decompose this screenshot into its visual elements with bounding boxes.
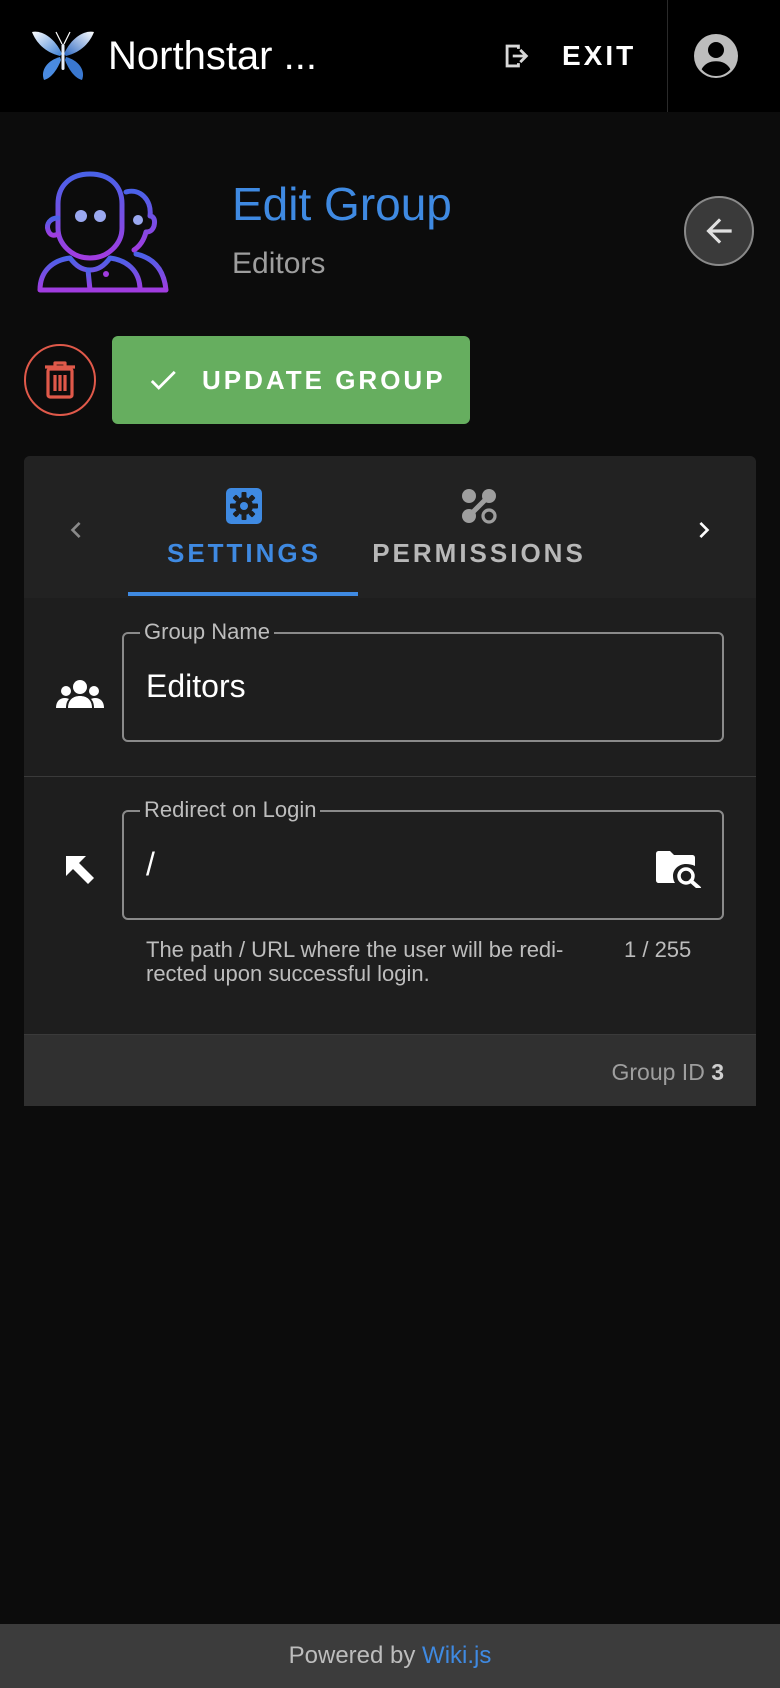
group-name-field[interactable]: Group Name Editors xyxy=(122,617,724,742)
redirect-on-login-label: Redirect on Login xyxy=(140,795,321,825)
app-title[interactable]: Northstar ... xyxy=(108,28,317,84)
powered-by-text: Powered by Wiki.js xyxy=(289,1642,492,1669)
exit-icon xyxy=(505,44,529,68)
page-title: Edit Group xyxy=(232,178,452,230)
redirect-on-login-input[interactable]: / xyxy=(146,842,155,886)
page-subtitle: Editors xyxy=(232,247,326,280)
tab-permissions[interactable]: PERMISSIONS xyxy=(364,456,594,598)
tab-permissions-label: PERMISSIONS xyxy=(372,538,586,568)
group-name-input[interactable]: Editors xyxy=(146,664,246,708)
users-icon xyxy=(56,680,104,708)
group-id-label: Group ID xyxy=(611,1059,705,1085)
back-button[interactable] xyxy=(684,196,754,266)
exit-label: EXIT xyxy=(562,40,637,71)
tabs-next-button[interactable] xyxy=(674,500,734,560)
check-icon xyxy=(150,370,176,390)
app-bar: Northstar ... EXIT xyxy=(0,0,780,112)
group-name-label: Group Name xyxy=(140,617,274,647)
account-circle-icon[interactable] xyxy=(692,32,740,80)
page-footer: Powered by Wiki.js xyxy=(0,1624,780,1688)
butterfly-logo-icon[interactable] xyxy=(30,26,96,84)
update-group-button[interactable]: UPDATE GROUP xyxy=(112,336,470,424)
permissions-icon xyxy=(462,489,497,524)
arrow-left-icon xyxy=(706,218,732,244)
wikijs-link[interactable]: Wiki.js xyxy=(422,1642,491,1669)
trash-icon xyxy=(45,361,75,399)
redirect-char-counter: 1 / 255 xyxy=(624,937,692,962)
update-group-label: UPDATE GROUP xyxy=(202,364,446,395)
powered-by-label: Powered by xyxy=(288,1642,416,1669)
exit-button[interactable]: EXIT xyxy=(500,26,650,86)
group-id-value: 3 xyxy=(711,1059,724,1085)
chevron-right-icon xyxy=(699,522,710,538)
group-settings-card: SETTINGS PERMISSIONS Group Name Editors … xyxy=(24,456,756,1106)
tab-settings-label: SETTINGS xyxy=(166,538,321,568)
group-id: Group ID 3 xyxy=(611,1057,724,1087)
gear-icon xyxy=(226,488,262,524)
active-tab-indicator xyxy=(128,592,358,596)
arrow-up-left-icon xyxy=(66,856,94,884)
delete-group-button[interactable] xyxy=(24,344,96,416)
tabs-prev-button[interactable] xyxy=(46,500,106,560)
tab-bar: SETTINGS PERMISSIONS xyxy=(24,456,756,598)
redirect-on-login-field[interactable]: Redirect on Login / xyxy=(122,795,724,920)
redirect-hint: The path / URL where the user will be re… xyxy=(146,937,564,986)
people-group-icon xyxy=(37,171,169,293)
card-footer: Group ID 3 xyxy=(24,1034,756,1106)
field-divider xyxy=(24,776,756,777)
folder-search-icon[interactable] xyxy=(654,848,702,888)
tab-settings[interactable]: SETTINGS xyxy=(134,456,354,598)
appbar-divider xyxy=(667,0,668,112)
chevron-left-icon xyxy=(70,522,81,538)
